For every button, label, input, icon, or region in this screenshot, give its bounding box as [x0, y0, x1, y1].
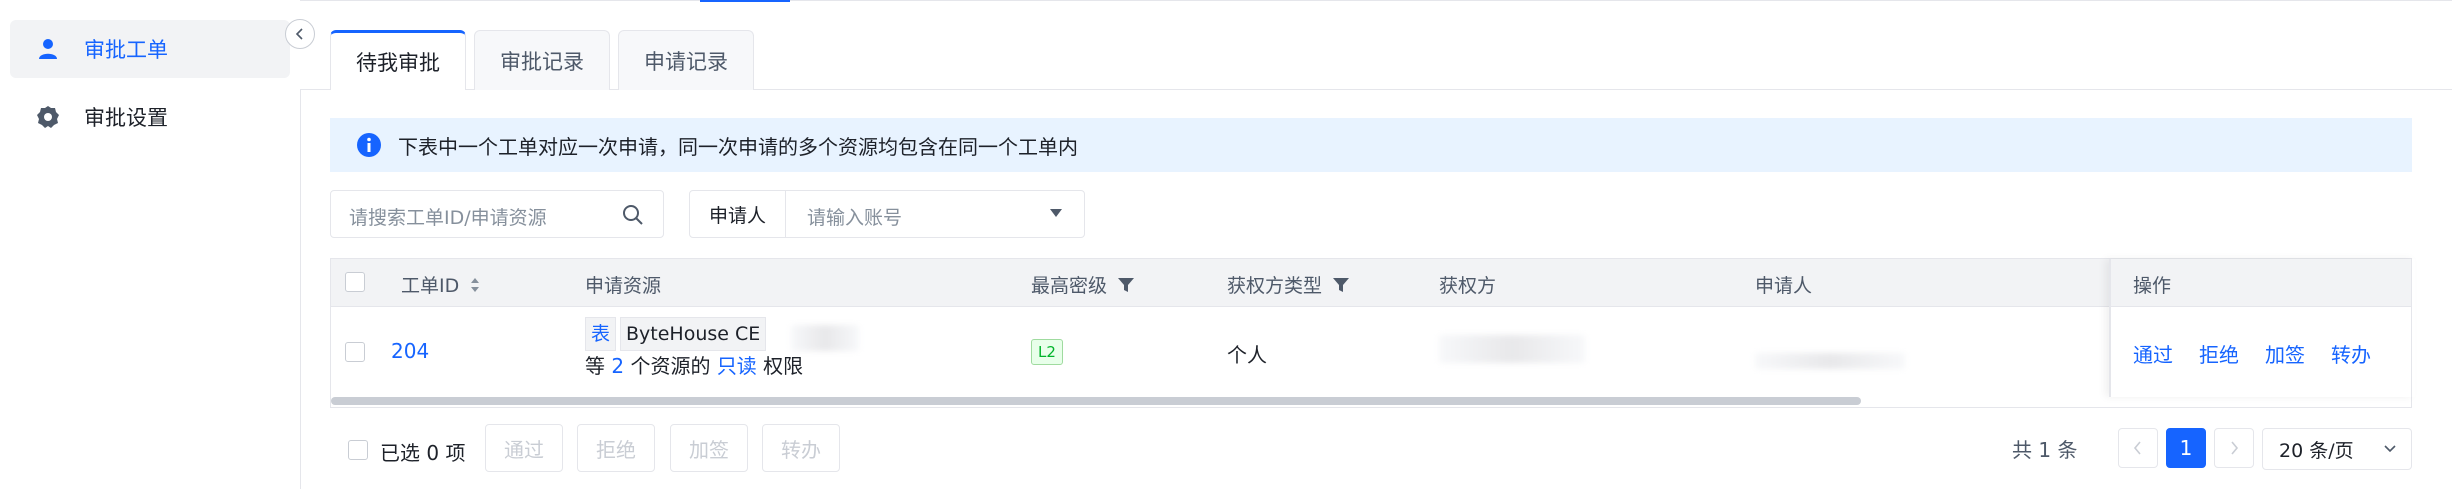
sidebar-item-approval-tickets[interactable]: 审批工单 — [10, 20, 290, 78]
sidebar-item-label: 审批设置 — [84, 106, 168, 130]
resource-count-link[interactable]: 2 — [611, 354, 624, 378]
level-badge: L2 — [1031, 339, 1063, 365]
resource-cell: 表 ByteHouse CE 等 2 个资源的 只读 权限 — [585, 317, 803, 381]
sidebar-item-approval-settings[interactable]: 审批设置 — [10, 88, 290, 146]
sort-icon[interactable] — [469, 275, 481, 295]
chevron-left-icon — [2133, 441, 2141, 455]
tab-approval-records[interactable]: 审批记录 — [474, 30, 610, 90]
selected-count: 已选 0 项 — [380, 441, 466, 465]
search-icon[interactable] — [621, 203, 645, 227]
chevron-right-icon — [2231, 441, 2239, 455]
column-header-grantee: 获权方 — [1439, 275, 1497, 297]
redacted-grantee — [1439, 335, 1585, 363]
page-1-button[interactable]: 1 — [2166, 428, 2206, 468]
column-header-applicant: 申请人 — [1755, 275, 1813, 297]
applicant-placeholder: 请输入账号 — [807, 207, 903, 229]
ticket-id-link[interactable]: 204 — [391, 339, 429, 363]
horizontal-scrollbar[interactable] — [331, 397, 1861, 405]
column-header-level[interactable]: 最高密级 — [1031, 271, 1135, 298]
search-placeholder: 请搜索工单ID/申请资源 — [349, 207, 547, 229]
column-header-grantee-type[interactable]: 获权方类型 — [1227, 271, 1350, 298]
table-row: 204 表 ByteHouse CE 等 2 个资源的 只读 权限 L2 个人 通… — [331, 307, 2411, 397]
resource-name-tag[interactable]: ByteHouse CE — [620, 317, 767, 351]
tab-pending-approval[interactable]: 待我审批 — [330, 30, 466, 90]
prev-page-button[interactable] — [2118, 428, 2158, 468]
column-header-resource: 申请资源 — [585, 275, 662, 297]
sidebar: 审批工单 审批设置 — [0, 0, 300, 488]
filter-icon[interactable] — [1332, 276, 1350, 294]
row-checkbox[interactable] — [345, 342, 365, 362]
select-all-checkbox[interactable] — [345, 272, 365, 292]
bulk-approve-button[interactable]: 通过 — [485, 424, 563, 472]
search-input[interactable]: 请搜索工单ID/申请资源 — [330, 190, 664, 238]
next-page-button[interactable] — [2214, 428, 2254, 468]
bulk-reject-button[interactable]: 拒绝 — [577, 424, 655, 472]
user-icon — [36, 37, 60, 61]
filter-icon[interactable] — [1117, 276, 1135, 294]
sidebar-item-label: 审批工单 — [84, 38, 168, 62]
tab-application-records[interactable]: 申请记录 — [618, 30, 754, 90]
redacted-applicant — [1755, 353, 1905, 369]
page-size-select[interactable]: 20 条/页 — [2262, 428, 2412, 470]
applicant-label: 申请人 — [690, 191, 786, 237]
footer-select-all-checkbox[interactable] — [348, 440, 368, 460]
caret-down-icon — [1050, 209, 1062, 217]
permission-link[interactable]: 只读 — [717, 354, 757, 378]
tickets-table: 工单ID 申请资源 最高密级 获权方类型 获权方 申请人 操作 204 表 Byt… — [330, 258, 2412, 408]
info-icon — [356, 132, 382, 158]
bulk-add-signer-button[interactable]: 加签 — [670, 424, 748, 472]
bulk-transfer-button[interactable]: 转办 — [762, 424, 840, 472]
info-text: 下表中一个工单对应一次申请，同一次申请的多个资源均包含在同一个工单内 — [398, 134, 1078, 159]
info-banner: 下表中一个工单对应一次申请，同一次申请的多个资源均包含在同一个工单内 — [330, 118, 2412, 172]
redacted-text — [791, 325, 859, 351]
main-content: 待我审批 审批记录 申请记录 下表中一个工单对应一次申请，同一次申请的多个资源均… — [300, 0, 2452, 489]
chevron-down-icon — [2384, 445, 2396, 453]
applicant-filter[interactable]: 申请人 请输入账号 — [689, 190, 1085, 238]
table-header: 工单ID 申请资源 最高密级 获权方类型 获权方 申请人 操作 — [331, 259, 2411, 307]
total-count: 共 1 条 — [2012, 438, 2078, 462]
grantee-type-cell: 个人 — [1227, 343, 1267, 367]
resource-type-tag: 表 — [585, 317, 617, 351]
gear-icon — [36, 105, 60, 129]
fixed-actions-column — [2109, 259, 2415, 397]
column-header-id[interactable]: 工单ID — [401, 271, 481, 298]
